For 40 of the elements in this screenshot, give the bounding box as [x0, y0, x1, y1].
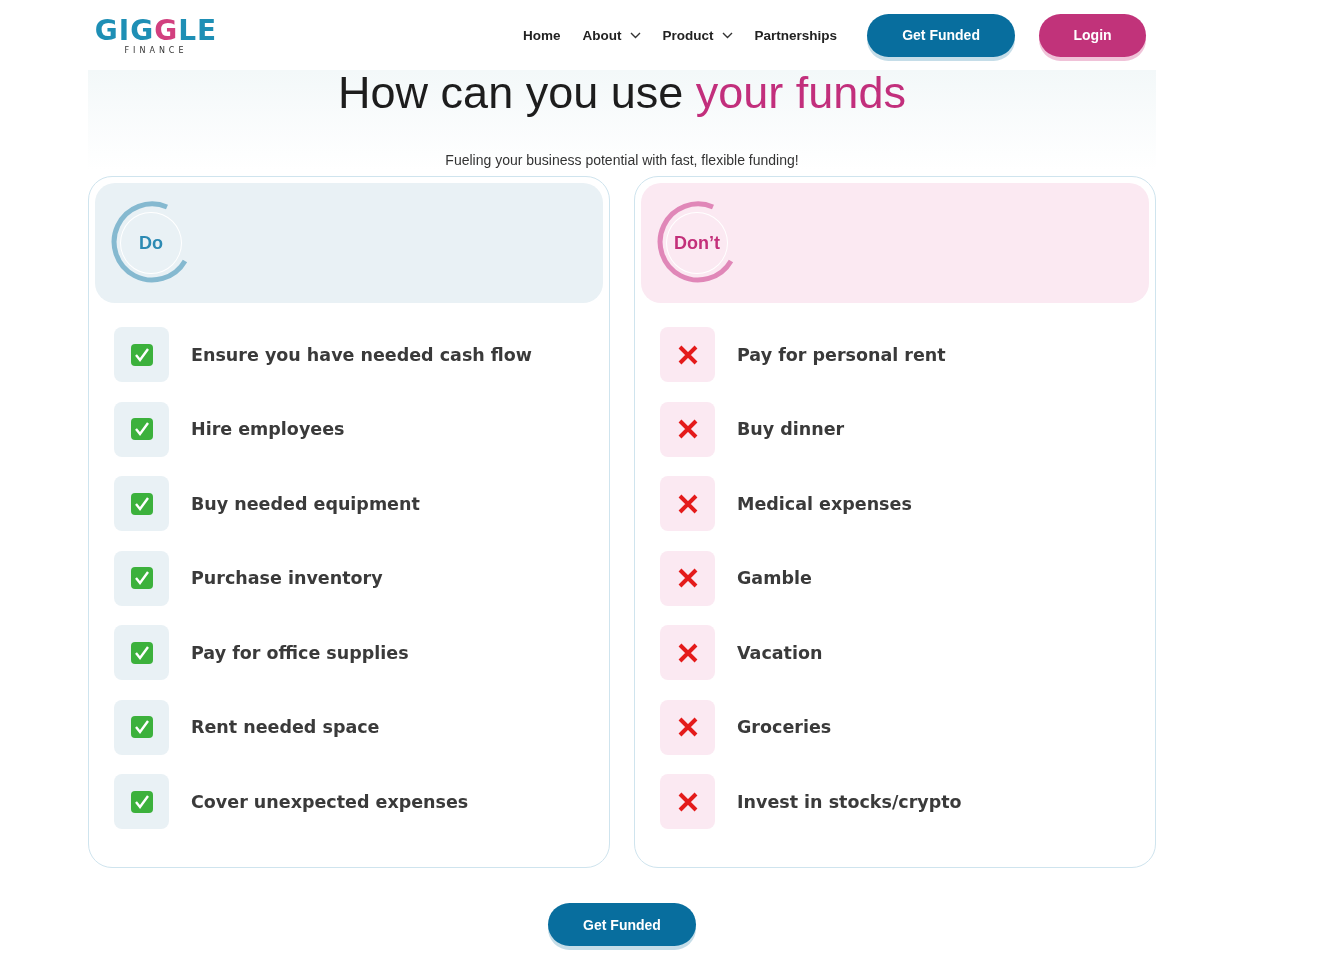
list-item-text: Ensure you have needed cash flow: [191, 344, 533, 365]
nav-link[interactable]: About: [582, 27, 641, 43]
list-item-text: Buy dinner: [737, 419, 845, 439]
list-item-text: Gamble: [737, 568, 812, 588]
check-icon: [114, 774, 169, 829]
nav-link[interactable]: Partnerships: [754, 27, 838, 43]
cross-icon: [660, 476, 715, 531]
title-badge: Don’t: [655, 201, 739, 285]
check-icon: [114, 476, 169, 531]
cross-icon: [660, 327, 715, 382]
list-item-text: Vacation: [737, 642, 823, 663]
cross-icon: [660, 401, 715, 457]
check-icon: [114, 401, 169, 457]
nav-link[interactable]: Product: [662, 27, 733, 43]
nav-link[interactable]: Home: [523, 27, 561, 43]
chevron-down-icon: [721, 31, 733, 39]
logo-wordmark[interactable]: GIGGLE: [94, 15, 218, 46]
page-heading: How can you use your funds: [338, 70, 906, 116]
list-item-text: Hire employees: [191, 419, 345, 439]
list-item-text: Pay for office supplies: [191, 642, 409, 663]
list-item-text: Rent needed space: [191, 717, 380, 737]
list-item-text: Groceries: [737, 717, 832, 737]
cross-icon: [660, 625, 715, 680]
check-icon: [114, 699, 169, 755]
check-icon: [114, 550, 169, 606]
list-item-text: Pay for personal rent: [737, 344, 946, 365]
check-icon: [114, 625, 169, 680]
list-item-text: Purchase inventory: [191, 568, 383, 588]
list-item-text: Invest in stocks/crypto: [737, 791, 962, 812]
cross-icon: [660, 550, 715, 606]
list-item-text: Cover unexpected expenses: [191, 791, 469, 812]
list-item-text: Buy needed equipment: [191, 493, 420, 514]
chevron-down-icon: [629, 31, 641, 39]
logo-tagline: FINANCE: [124, 45, 188, 55]
subtitle: Fueling your business potential with fast, flexible funding!: [445, 152, 799, 168]
title-badge: Do: [109, 201, 193, 285]
cross-icon: [660, 699, 715, 755]
cross-icon: [660, 774, 715, 829]
list-item-text: Medical expenses: [737, 493, 912, 514]
check-icon: [114, 327, 169, 382]
